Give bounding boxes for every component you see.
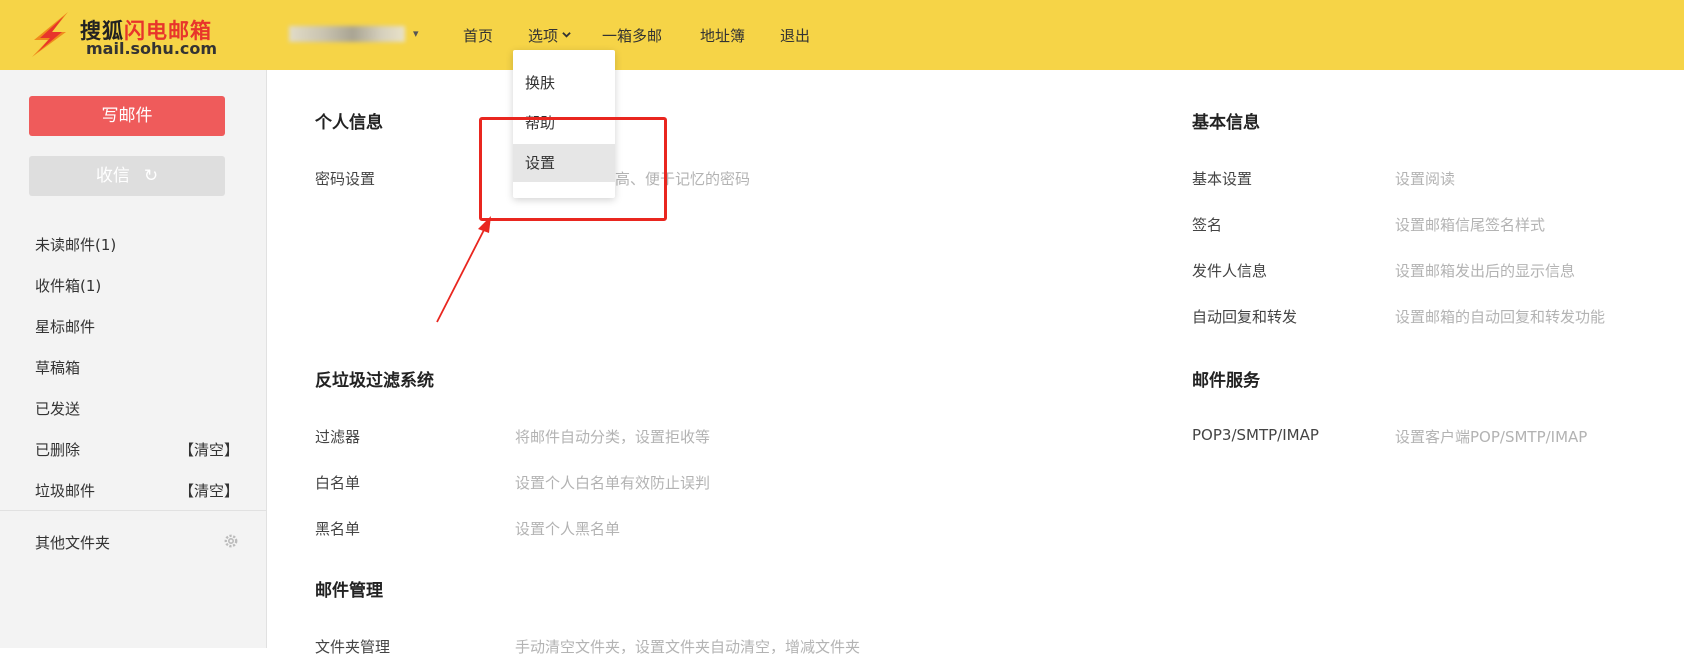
setting-desc-sender-info: 设置邮箱发出后的显示信息 [1395, 262, 1576, 280]
setting-desc-basic: 设置阅读 [1395, 170, 1456, 188]
folder-unread[interactable]: 未读邮件(1) [35, 234, 245, 256]
section-title-service: 邮件服务 [1192, 371, 1260, 391]
setting-label-folder-manage[interactable]: 文件夹管理 [315, 636, 390, 657]
nav-multi-mailbox[interactable]: 一箱多邮 [602, 25, 662, 46]
options-dropdown-menu: 换肤 帮助 设置 [513, 50, 615, 198]
sidebar: 写邮件 收信 ↻ 未读邮件(1) 收件箱(1) 星标邮件 草稿箱 已发送 已删除【… [0, 70, 267, 648]
top-bar: 搜狐闪电邮箱 mail.sohu.com ▾ 首页 选项 一箱多邮 地址簿 退出 [0, 0, 1684, 70]
setting-label-blacklist[interactable]: 黑名单 [315, 518, 360, 539]
section-title-basic: 基本信息 [1192, 113, 1260, 133]
empty-deleted-link[interactable]: 【清空】 [179, 439, 239, 461]
setting-desc-folder-manage: 手动清空文件夹，设置文件夹自动清空，增减文件夹 [515, 638, 861, 656]
folder-inbox[interactable]: 收件箱(1) [35, 275, 245, 297]
account-name-blurred[interactable] [289, 26, 405, 42]
folder-starred[interactable]: 星标邮件 [35, 316, 245, 338]
setting-desc-auto-reply: 设置邮箱的自动回复和转发功能 [1395, 308, 1606, 326]
section-title-spam: 反垃圾过滤系统 [315, 371, 434, 391]
account-caret-icon[interactable]: ▾ [413, 27, 419, 40]
setting-label-whitelist[interactable]: 白名单 [315, 472, 360, 493]
setting-desc-blacklist: 设置个人黑名单 [515, 520, 621, 538]
menu-item-help[interactable]: 帮助 [513, 104, 615, 142]
write-mail-button[interactable]: 写邮件 [29, 96, 225, 136]
setting-desc-whitelist: 设置个人白名单有效防止误判 [515, 474, 711, 492]
empty-spam-link[interactable]: 【清空】 [179, 480, 239, 502]
logo-domain: mail.sohu.com [86, 39, 218, 58]
setting-label-filter[interactable]: 过滤器 [315, 426, 360, 447]
logo[interactable]: 搜狐闪电邮箱 mail.sohu.com [28, 8, 228, 60]
nav-logout[interactable]: 退出 [780, 25, 810, 46]
setting-desc-signature: 设置邮箱信尾签名样式 [1395, 216, 1546, 234]
setting-label-sender-info[interactable]: 发件人信息 [1192, 260, 1267, 281]
folder-spam[interactable]: 垃圾邮件 【清空】 [35, 480, 245, 502]
setting-label-pop3[interactable]: POP3/SMTP/IMAP [1192, 426, 1319, 444]
section-title-personal: 个人信息 [315, 113, 383, 133]
setting-label-password[interactable]: 密码设置 [315, 168, 375, 189]
setting-desc-password: 高、便于记忆的密码 [615, 170, 751, 188]
section-title-manage: 邮件管理 [315, 581, 383, 601]
other-folders[interactable]: 其他文件夹 [35, 532, 245, 554]
setting-label-auto-reply[interactable]: 自动回复和转发 [1192, 306, 1297, 327]
refresh-icon: ↻ [143, 166, 159, 186]
folder-sent[interactable]: 已发送 [35, 398, 245, 420]
menu-item-skin[interactable]: 换肤 [513, 64, 615, 102]
gear-icon[interactable] [222, 532, 240, 550]
nav-options[interactable]: 选项 [528, 25, 571, 46]
folder-deleted[interactable]: 已删除 【清空】 [35, 439, 245, 461]
setting-label-signature[interactable]: 签名 [1192, 214, 1222, 235]
setting-desc-filter: 将邮件自动分类，设置拒收等 [515, 428, 711, 446]
nav-home[interactable]: 首页 [463, 25, 493, 46]
receive-mail-button[interactable]: 收信 ↻ [29, 156, 225, 196]
menu-item-settings[interactable]: 设置 [513, 144, 615, 182]
setting-desc-pop3: 设置客户端POP/SMTP/IMAP [1395, 428, 1588, 446]
lightning-bolt-icon [32, 12, 68, 57]
folder-drafts[interactable]: 草稿箱 [35, 357, 245, 379]
setting-label-basic[interactable]: 基本设置 [1192, 168, 1252, 189]
nav-address-book[interactable]: 地址簿 [700, 25, 745, 46]
sidebar-divider [0, 510, 266, 511]
chevron-down-icon [562, 32, 571, 38]
